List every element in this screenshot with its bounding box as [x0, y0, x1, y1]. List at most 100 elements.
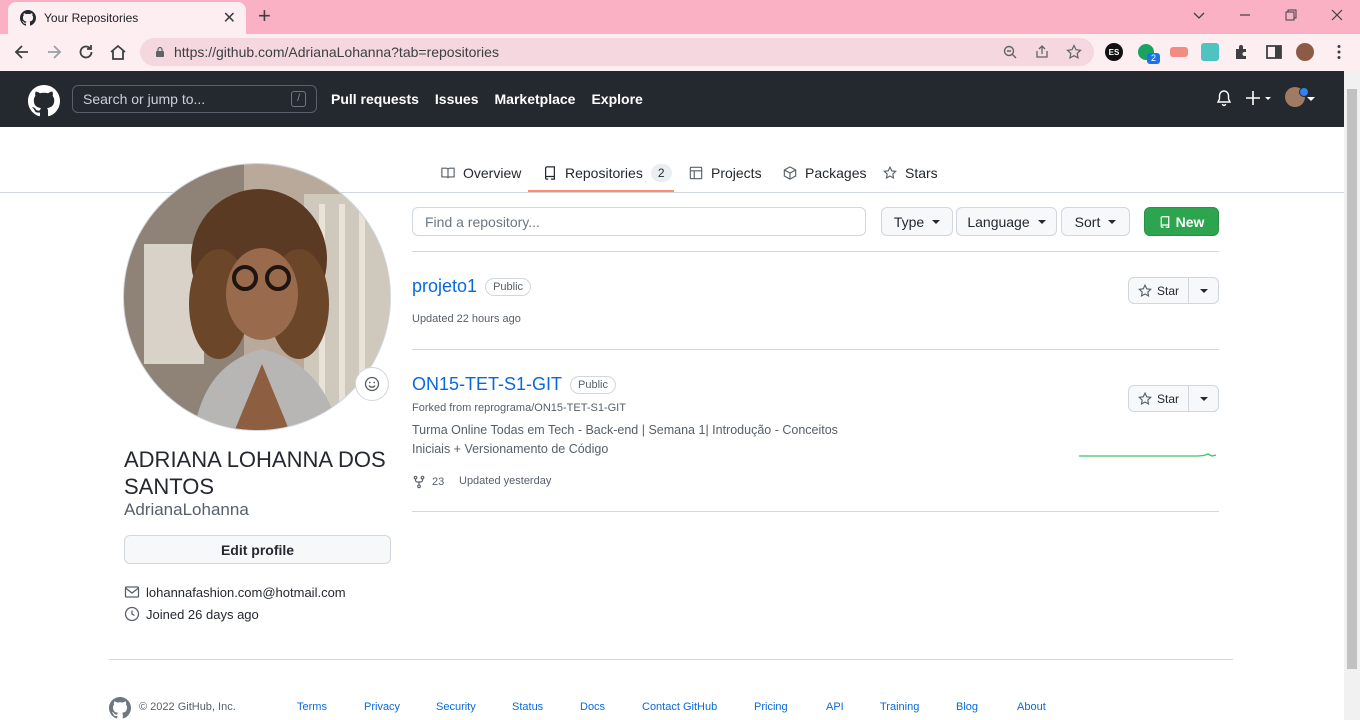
minimize-icon[interactable] [1238, 8, 1252, 22]
share-icon[interactable] [1034, 44, 1050, 60]
profile-joined: Joined 26 days ago [124, 606, 259, 622]
tab-overview[interactable]: Overview [441, 163, 521, 183]
tab-repositories[interactable]: Repositories 2 [543, 163, 672, 183]
avatar-dropdown-caret-icon[interactable] [1307, 96, 1315, 102]
type-filter-button[interactable]: Type [881, 207, 953, 236]
browser-tab[interactable]: Your Repositories ✕ [8, 2, 246, 34]
language-extension-icon[interactable]: ES [1105, 43, 1123, 61]
nav-marketplace[interactable]: Marketplace [495, 91, 576, 107]
extension-badge: 2 [1147, 53, 1160, 64]
tab-packages-label: Packages [805, 165, 867, 181]
footer-link-about[interactable]: About [1017, 701, 1046, 713]
activity-sparkline [1079, 453, 1217, 457]
side-panel-icon[interactable] [1265, 43, 1283, 61]
nav-pull-requests[interactable]: Pull requests [331, 91, 419, 107]
set-status-button[interactable] [355, 367, 389, 401]
repo-forks[interactable]: 23 [412, 475, 444, 489]
star-label: Star [1156, 283, 1179, 298]
type-caret-icon [932, 219, 941, 224]
github-footer-logo-icon[interactable] [109, 697, 131, 719]
footer-link-contact[interactable]: Contact GitHub [642, 701, 717, 713]
repo-updated: Updated 22 hours ago [412, 313, 521, 325]
footer-copyright: © 2022 GitHub, Inc. [139, 701, 236, 713]
search-placeholder: Search or jump to... [83, 91, 206, 107]
tab-projects-label: Projects [711, 165, 762, 181]
new-tab-button[interactable]: + [258, 4, 271, 28]
nav-issues[interactable]: Issues [435, 91, 479, 107]
repo-icon [1160, 215, 1169, 228]
extensions-puzzle-icon[interactable] [1233, 43, 1251, 61]
language-filter-button[interactable]: Language [956, 207, 1057, 236]
profile-avatar-icon[interactable] [1296, 43, 1314, 61]
list-divider [412, 349, 1219, 350]
star-list-dropdown[interactable] [1189, 277, 1219, 304]
tab-overview-label: Overview [463, 165, 522, 181]
footer-link-terms[interactable]: Terms [297, 701, 327, 713]
star-button[interactable]: Star [1128, 385, 1189, 412]
footer-link-pricing[interactable]: Pricing [754, 701, 788, 713]
forward-icon[interactable] [44, 42, 64, 62]
repo-item-on15: ON15-TET-S1-GIT Public [412, 374, 616, 395]
tab-packages[interactable]: Packages [783, 163, 866, 183]
visibility-badge: Public [570, 375, 616, 394]
profile-login: AdrianaLohanna [124, 500, 249, 519]
bookmark-star-icon[interactable] [1066, 44, 1082, 60]
github-logo-icon[interactable] [28, 85, 60, 117]
zoom-icon[interactable] [1002, 44, 1018, 60]
footer-link-api[interactable]: API [826, 701, 844, 713]
address-bar[interactable]: https://github.com/AdrianaLohanna?tab=re… [140, 38, 1094, 66]
new-repository-button[interactable]: New [1144, 207, 1219, 236]
profile-email: lohannafashion.com@hotmail.com [124, 584, 346, 600]
table-icon [689, 166, 703, 180]
home-icon[interactable] [108, 42, 128, 62]
footer-link-security[interactable]: Security [436, 701, 476, 713]
search-hotkey: / [291, 91, 306, 107]
book-icon [441, 167, 455, 179]
repo-updated: Updated yesterday [459, 475, 552, 487]
repo-icon [545, 166, 555, 180]
footer-link-docs[interactable]: Docs [580, 701, 605, 713]
github-search-input[interactable]: Search or jump to... / [72, 85, 317, 113]
scrollbar-thumb[interactable] [1347, 89, 1357, 669]
tab-repositories-label: Repositories [565, 165, 643, 181]
footer-link-status[interactable]: Status [512, 701, 543, 713]
repo-name-link[interactable]: ON15-TET-S1-GIT [412, 374, 562, 395]
nav-explore[interactable]: Explore [591, 91, 642, 107]
tab-search-chevron-icon[interactable] [1192, 8, 1206, 22]
footer-link-privacy[interactable]: Privacy [364, 701, 400, 713]
star-button[interactable]: Star [1128, 277, 1189, 304]
clock-icon [124, 606, 140, 622]
photo-extension-icon[interactable] [1201, 43, 1219, 61]
notifications-bell-icon[interactable] [1216, 89, 1232, 107]
edit-profile-button[interactable]: Edit profile [124, 535, 391, 564]
page-scrollbar[interactable] [1344, 71, 1360, 720]
close-window-icon[interactable] [1330, 8, 1344, 22]
restore-icon[interactable] [1284, 8, 1298, 22]
forked-from[interactable]: Forked from reprograma/ON15-TET-S1-GIT [412, 402, 626, 414]
back-icon[interactable] [12, 42, 32, 62]
tab-projects[interactable]: Projects [689, 163, 762, 183]
more-menu-icon[interactable] [1330, 43, 1348, 61]
footer-link-training[interactable]: Training [880, 701, 919, 713]
repo-description: Turma Online Todas em Tech - Back-end | … [412, 423, 838, 456]
profile-email-link[interactable]: lohannafashion.com@hotmail.com [146, 585, 346, 600]
find-repository-input[interactable]: Find a repository... [412, 207, 866, 236]
language-caret-icon [1037, 219, 1046, 224]
new-repository-label: New [1175, 213, 1205, 230]
repo-name-link[interactable]: projeto1 [412, 276, 477, 297]
tab-stars[interactable]: Stars [883, 163, 938, 183]
profile-avatar[interactable] [123, 163, 391, 431]
footer-link-blog[interactable]: Blog [956, 701, 978, 713]
language-extension-label: ES [1108, 47, 1120, 57]
red-extension-icon[interactable] [1170, 47, 1188, 57]
sort-filter-button[interactable]: Sort [1061, 207, 1130, 236]
reload-icon[interactable] [76, 42, 96, 62]
tab-close-icon[interactable]: ✕ [223, 8, 236, 28]
create-new-plus-icon[interactable] [1246, 89, 1272, 107]
star-button-group: Star [1128, 385, 1219, 412]
star-icon [1138, 283, 1152, 297]
star-dropdown-caret-icon [1199, 396, 1208, 401]
github-header: Search or jump to... / Pull requests Iss… [0, 71, 1344, 127]
star-list-dropdown[interactable] [1189, 385, 1219, 412]
active-tab-underline [528, 190, 674, 192]
